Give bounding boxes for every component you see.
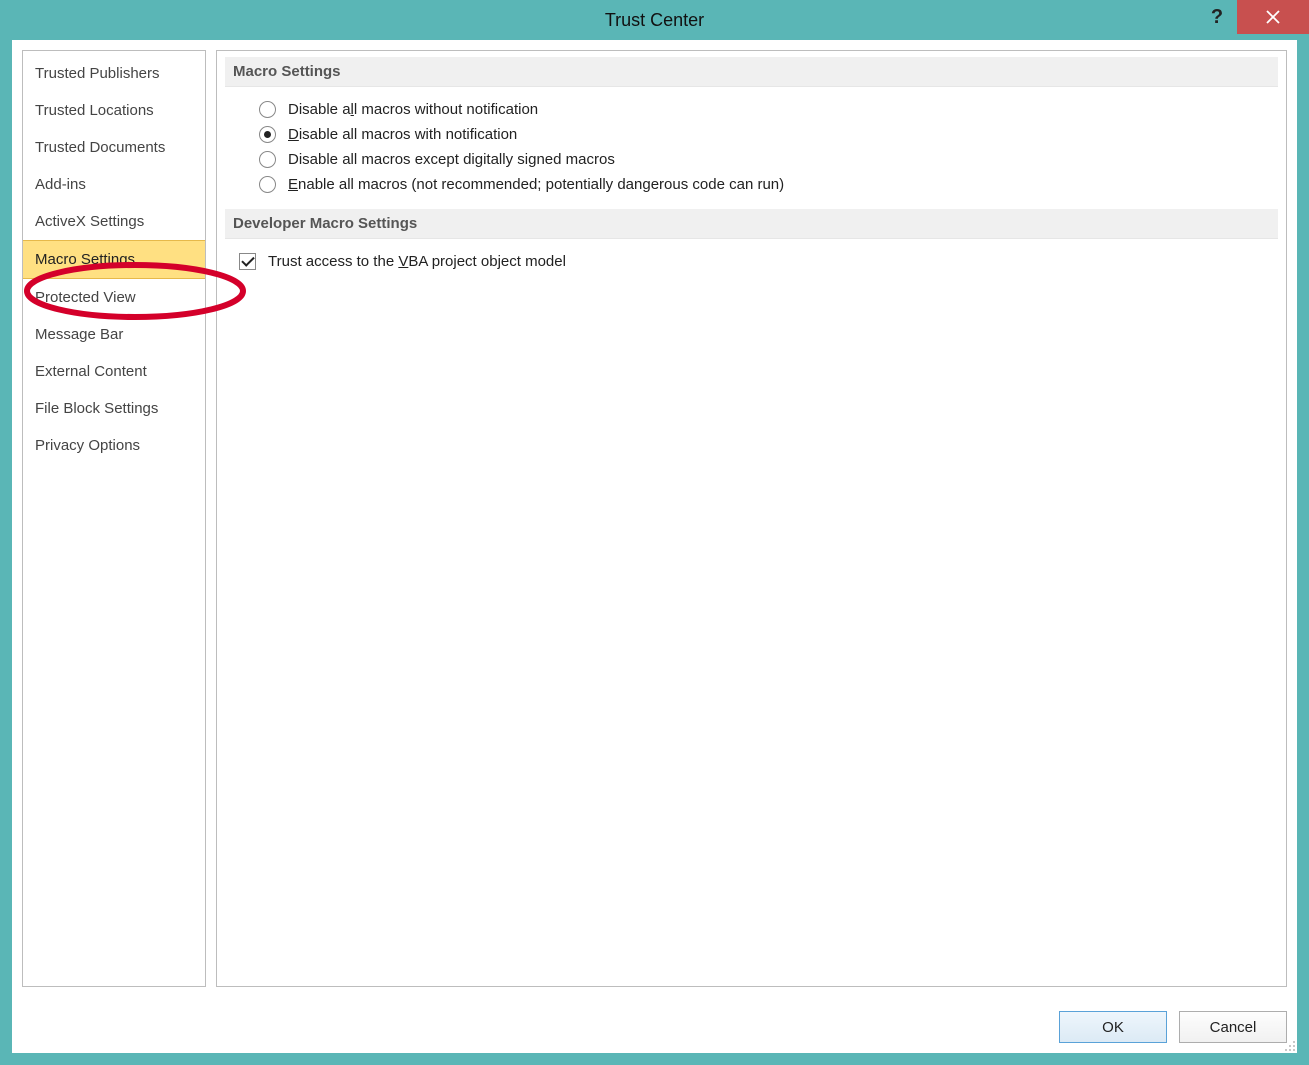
sidebar-item-macro-settings[interactable]: Macro Settings bbox=[23, 240, 205, 279]
resize-grip-icon[interactable] bbox=[1282, 1038, 1296, 1052]
button-label: Cancel bbox=[1210, 1019, 1257, 1036]
sidebar-item-label: Trusted Locations bbox=[35, 102, 154, 119]
sidebar-item-privacy-options[interactable]: Privacy Options bbox=[23, 427, 205, 464]
sidebar-item-label: ActiveX Settings bbox=[35, 213, 144, 230]
section-header-developer-macro: Developer Macro Settings bbox=[225, 209, 1278, 239]
ok-button[interactable]: OK bbox=[1059, 1011, 1167, 1043]
sidebar-item-label: Privacy Options bbox=[35, 437, 140, 454]
window-frame: Trust Center ? Trusted Publishers Truste… bbox=[0, 0, 1309, 1065]
sidebar: Trusted Publishers Trusted Locations Tru… bbox=[22, 50, 206, 987]
sidebar-item-trusted-documents[interactable]: Trusted Documents bbox=[23, 129, 205, 166]
sidebar-item-label: Trusted Publishers bbox=[35, 65, 160, 82]
dialog-footer: OK Cancel bbox=[1059, 1011, 1287, 1043]
close-button[interactable] bbox=[1237, 0, 1309, 34]
window-controls: ? bbox=[1197, 0, 1309, 34]
sidebar-item-trusted-locations[interactable]: Trusted Locations bbox=[23, 92, 205, 129]
checkbox-trust-vba[interactable]: Trust access to the VBA project object m… bbox=[239, 249, 1264, 274]
checkbox-label: Trust access to the VBA project object m… bbox=[268, 253, 566, 270]
radio-disable-except-signed[interactable]: Disable all macros except digitally sign… bbox=[259, 147, 1264, 172]
help-button[interactable]: ? bbox=[1197, 0, 1237, 34]
radio-enable-all[interactable]: Enable all macros (not recommended; pote… bbox=[259, 172, 1264, 197]
sidebar-item-label: External Content bbox=[35, 363, 147, 380]
main-panel: Macro Settings Disable all macros withou… bbox=[216, 50, 1287, 987]
section-header-macro-settings: Macro Settings bbox=[225, 57, 1278, 87]
sidebar-item-protected-view[interactable]: Protected View bbox=[23, 279, 205, 316]
radio-label: Disable all macros except digitally sign… bbox=[288, 151, 615, 168]
checkbox-icon bbox=[239, 253, 256, 270]
radio-label: Disable all macros without notification bbox=[288, 101, 538, 118]
radio-disable-no-notify[interactable]: Disable all macros without notification bbox=[259, 97, 1264, 122]
sidebar-item-label: Add-ins bbox=[35, 176, 86, 193]
sidebar-item-label: Protected View bbox=[35, 289, 136, 306]
sidebar-item-add-ins[interactable]: Add-ins bbox=[23, 166, 205, 203]
sidebar-item-message-bar[interactable]: Message Bar bbox=[23, 316, 205, 353]
radio-label: Enable all macros (not recommended; pote… bbox=[288, 176, 784, 193]
radio-icon bbox=[259, 126, 276, 143]
dialog-body: Trusted Publishers Trusted Locations Tru… bbox=[22, 50, 1287, 987]
titlebar: Trust Center ? bbox=[12, 0, 1297, 40]
radio-icon bbox=[259, 151, 276, 168]
close-icon bbox=[1266, 10, 1280, 24]
sidebar-item-activex-settings[interactable]: ActiveX Settings bbox=[23, 203, 205, 240]
window-title: Trust Center bbox=[605, 10, 704, 31]
sidebar-item-label: Message Bar bbox=[35, 326, 123, 343]
sidebar-item-file-block-settings[interactable]: File Block Settings bbox=[23, 390, 205, 427]
cancel-button[interactable]: Cancel bbox=[1179, 1011, 1287, 1043]
sidebar-item-label: File Block Settings bbox=[35, 400, 158, 417]
radio-icon bbox=[259, 101, 276, 118]
button-label: OK bbox=[1102, 1019, 1124, 1036]
sidebar-item-external-content[interactable]: External Content bbox=[23, 353, 205, 390]
developer-macro-options: Trust access to the VBA project object m… bbox=[225, 249, 1278, 286]
sidebar-item-label: Trusted Documents bbox=[35, 139, 165, 156]
sidebar-item-trusted-publishers[interactable]: Trusted Publishers bbox=[23, 55, 205, 92]
radio-disable-with-notify[interactable]: Disable all macros with notification bbox=[259, 122, 1264, 147]
dialog-client: Trusted Publishers Trusted Locations Tru… bbox=[12, 40, 1297, 1053]
radio-icon bbox=[259, 176, 276, 193]
sidebar-item-label: Macro Settings bbox=[35, 251, 135, 268]
radio-label: Disable all macros with notification bbox=[288, 126, 517, 143]
macro-settings-options: Disable all macros without notification … bbox=[225, 97, 1278, 209]
